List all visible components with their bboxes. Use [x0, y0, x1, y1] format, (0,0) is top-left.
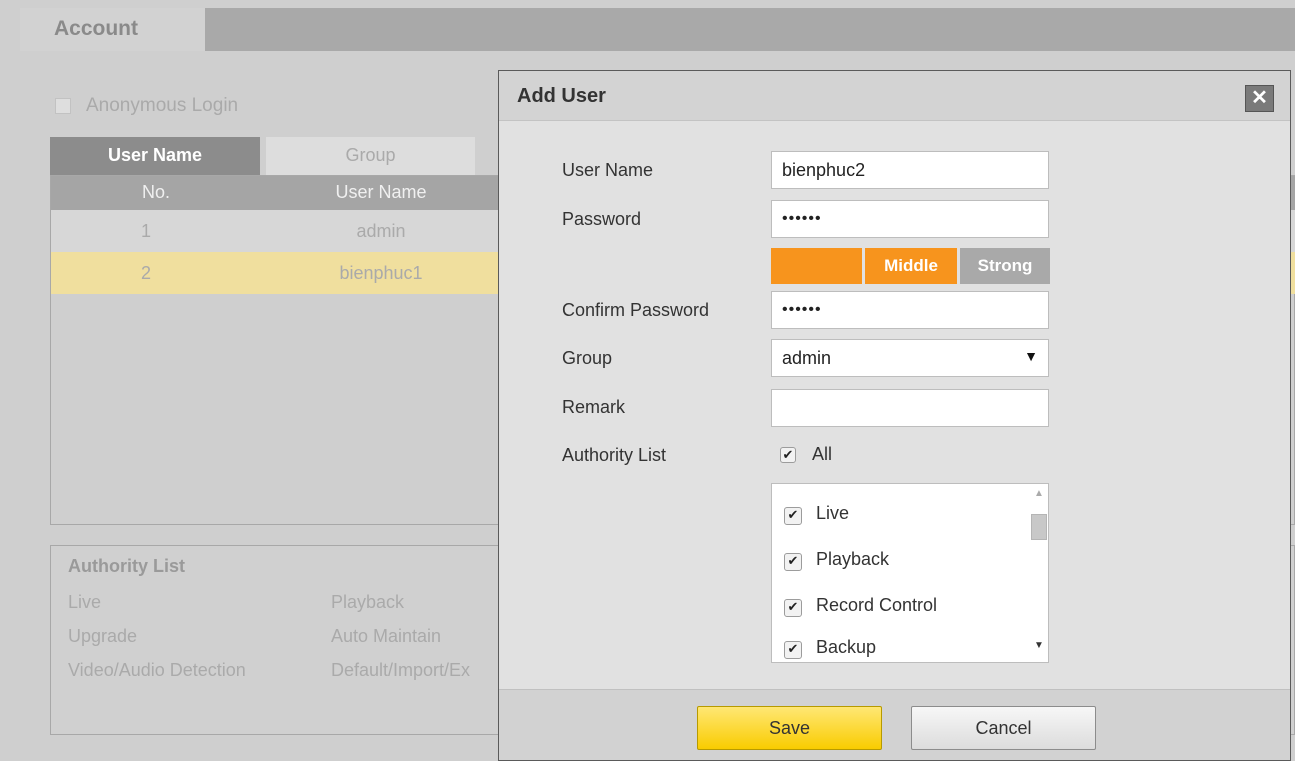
password-strength-strong: Strong	[960, 248, 1050, 284]
anonymous-login-checkbox[interactable]	[55, 98, 71, 114]
authority-item: Auto Maintain	[331, 626, 442, 646]
user-name-field[interactable]: bienphuc2	[771, 151, 1049, 189]
row-no: 2	[140, 263, 151, 283]
group-label: Group	[562, 348, 613, 368]
group-select-value: admin	[782, 348, 832, 368]
list-item[interactable]: ✔ Backup	[772, 634, 1032, 662]
checkbox[interactable]: ✔	[784, 507, 802, 525]
list-item-label: Record Control	[816, 595, 938, 615]
remark-label: Remark	[562, 397, 626, 417]
dialog-title: Add User	[517, 85, 606, 107]
checkbox[interactable]: ✔	[784, 641, 802, 659]
checkbox[interactable]: ✔	[784, 599, 802, 617]
all-label: All	[812, 444, 833, 464]
user-name-label: User Name	[562, 160, 654, 180]
list-item[interactable]: ✔ Live	[772, 500, 1032, 530]
column-header-no: No.	[51, 176, 261, 210]
all-checkbox[interactable]: ✔	[780, 447, 796, 463]
password-label: Password	[562, 209, 642, 229]
authority-list-label: Authority List	[562, 445, 667, 465]
dialog-footer: Save Cancel	[499, 689, 1290, 760]
scrollbar[interactable]: ▲ ▼	[1029, 484, 1048, 662]
row-user-name: bienphuc1	[339, 263, 423, 283]
tab-user-name[interactable]: User Name	[50, 137, 260, 175]
group-select[interactable]: admin ▼	[771, 339, 1049, 377]
scroll-down-icon[interactable]: ▼	[1031, 640, 1047, 654]
authority-item: Video/Audio Detection	[68, 660, 246, 680]
confirm-password-field[interactable]: ••••••	[771, 291, 1049, 329]
cancel-button[interactable]: Cancel	[911, 706, 1096, 750]
row-user-name: admin	[356, 221, 406, 241]
add-user-dialog: Add User ✕ User Name bienphuc2 Password …	[498, 70, 1291, 761]
list-item-label: Backup	[816, 637, 877, 657]
tab-account[interactable]: Account	[20, 8, 205, 51]
row-no: 1	[140, 221, 151, 241]
scroll-thumb[interactable]	[1031, 514, 1047, 540]
save-button[interactable]: Save	[697, 706, 882, 750]
chevron-down-icon: ▼	[1024, 348, 1038, 364]
scroll-up-icon[interactable]: ▲	[1031, 488, 1047, 502]
authority-item: Live	[68, 592, 102, 612]
authority-item: Playback	[331, 592, 405, 612]
remark-field[interactable]	[771, 389, 1049, 427]
column-header-user-name: User Name	[261, 176, 501, 210]
checkbox[interactable]: ✔	[784, 553, 802, 571]
authority-item: Upgrade	[68, 626, 138, 646]
authority-checklist: ✔ Live ✔ Playback ✔ Record Control ✔ Bac…	[771, 483, 1049, 663]
password-strength-weak-bar	[771, 248, 862, 284]
confirm-password-label: Confirm Password	[562, 300, 710, 320]
list-item-label: Playback	[816, 549, 890, 569]
close-icon[interactable]: ✕	[1245, 85, 1274, 112]
password-strength-middle: Middle	[865, 248, 957, 284]
password-field[interactable]: ••••••	[771, 200, 1049, 238]
list-item-label: Live	[816, 503, 850, 523]
tab-group[interactable]: Group	[266, 137, 475, 175]
list-item[interactable]: ✔ Playback	[772, 546, 1032, 576]
anonymous-login-label: Anonymous Login	[86, 95, 239, 116]
authority-item: Default/Import/Ex	[331, 660, 471, 680]
dialog-header: Add User ✕	[499, 71, 1290, 121]
tab-bar-background	[205, 8, 1295, 51]
list-item[interactable]: ✔ Record Control	[772, 592, 1032, 622]
authority-list-title: Authority List	[68, 556, 185, 576]
